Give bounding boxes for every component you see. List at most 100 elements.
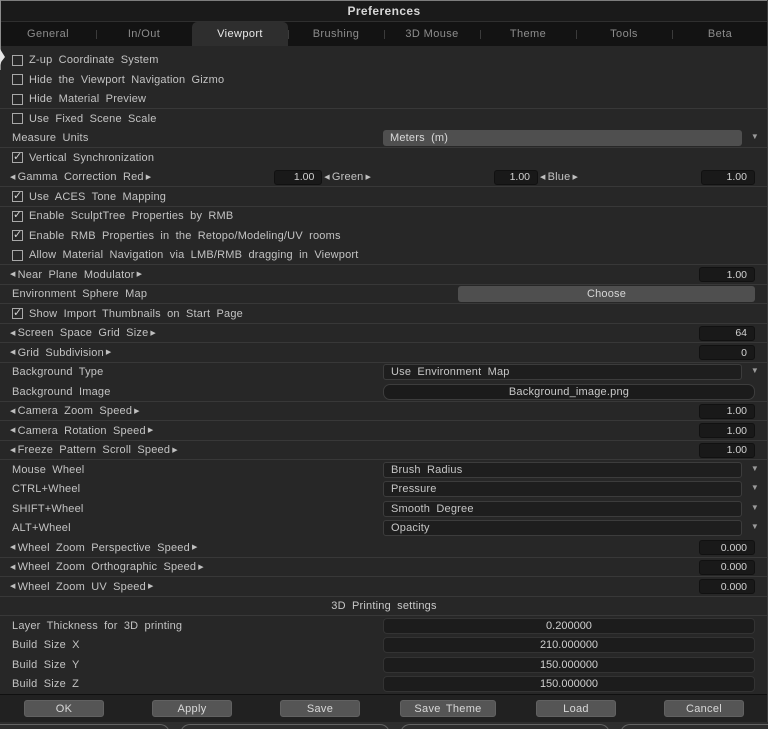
- checkbox-z-up-coordinate-system[interactable]: Z-up Coordinate System: [0, 51, 768, 71]
- value-field[interactable]: 1.00: [274, 169, 323, 185]
- spinner-increment-icon[interactable]: ▶: [172, 447, 178, 454]
- spinner-increment-icon[interactable]: ▶: [192, 544, 198, 551]
- checkbox-show-import-thumbnails-on-start-page[interactable]: ✓ Show Import Thumbnails on Start Page: [0, 304, 768, 324]
- spinner-decrement-icon[interactable]: ◀: [10, 427, 16, 434]
- value-field[interactable]: 1.00: [699, 267, 755, 282]
- spinner-decrement-icon[interactable]: ◀: [10, 447, 16, 454]
- tab-viewport[interactable]: Viewport: [192, 22, 288, 46]
- value-field[interactable]: 64: [699, 325, 755, 341]
- select-shift-wheel[interactable]: Smooth Degree: [383, 500, 742, 517]
- text-input-build-size-y[interactable]: 150.000000: [383, 656, 755, 673]
- checkbox-checked-icon[interactable]: ✓: [12, 229, 23, 242]
- field-label: Build Size Z: [12, 678, 80, 691]
- choose-button[interactable]: Choose: [458, 286, 755, 302]
- checkbox-checked-icon[interactable]: ✓: [12, 189, 23, 203]
- dropdown-arrow-icon[interactable]: ▼: [751, 133, 759, 141]
- spinner-decrement-icon[interactable]: ◀: [10, 174, 16, 181]
- checkbox-checked-icon[interactable]: ✓: [12, 307, 23, 320]
- checkbox-enable-rmb-properties-in-the-retopo-modeling-uv-rooms[interactable]: ✓ Enable RMB Properties in the Retopo/Mod…: [0, 226, 768, 246]
- value-field[interactable]: 0.000: [699, 559, 755, 575]
- checkbox-hide-material-preview[interactable]: Hide Material Preview: [0, 90, 768, 110]
- dropdown-arrow-icon[interactable]: ▼: [751, 484, 759, 492]
- value-field[interactable]: 1.00: [699, 403, 755, 419]
- save-theme-button[interactable]: Save Theme: [400, 700, 496, 717]
- checkbox-hide-the-viewport-navigation-gizmo[interactable]: Hide the Viewport Navigation Gizmo: [0, 70, 768, 90]
- field-label: Background Image: [12, 385, 111, 398]
- select-measure-units[interactable]: Meters (m): [383, 130, 742, 146]
- value-field[interactable]: 1.00: [699, 423, 755, 438]
- spinner-increment-icon[interactable]: ▶: [148, 427, 154, 434]
- tab-general[interactable]: General: [0, 22, 96, 46]
- spinner-decrement-icon[interactable]: ◀: [10, 544, 16, 551]
- spinner-increment-icon[interactable]: ▶: [106, 349, 112, 356]
- value-field[interactable]: 0.000: [699, 579, 755, 594]
- input-row-build-size-z: Build Size Z 150.000000: [0, 675, 768, 695]
- spinner-decrement-icon[interactable]: ◀: [10, 330, 16, 337]
- value-field[interactable]: 0: [699, 345, 755, 360]
- spinner-label: Wheel Zoom Perspective Speed: [17, 541, 190, 554]
- tab-beta[interactable]: Beta: [672, 22, 768, 46]
- spinner-decrement-icon[interactable]: ◀: [540, 174, 546, 181]
- checkbox-unchecked-icon[interactable]: [12, 93, 23, 105]
- checkbox-vertical-synchronization[interactable]: ✓ Vertical Synchronization: [0, 148, 768, 168]
- spinner-decrement-icon[interactable]: ◀: [10, 408, 16, 415]
- load-button[interactable]: Load: [536, 700, 616, 717]
- spinner-increment-icon[interactable]: ▶: [150, 330, 156, 337]
- tab-theme[interactable]: Theme: [480, 22, 576, 46]
- background-tab-shape: [400, 724, 610, 729]
- tab-brushing[interactable]: Brushing: [288, 22, 384, 46]
- text-input-layer-thickness-for-3d-printing[interactable]: 0.200000: [383, 617, 755, 634]
- spinner-increment-icon[interactable]: ▶: [365, 174, 371, 181]
- tab-in-out[interactable]: In/Out: [96, 22, 192, 46]
- spinner-increment-icon[interactable]: ▶: [198, 564, 204, 571]
- dropdown-arrow-icon[interactable]: ▼: [751, 523, 759, 531]
- value-field[interactable]: 0.000: [699, 540, 755, 555]
- checkbox-allow-material-navigation-via-lmb-rmb-dragging-in-viewport[interactable]: Allow Material Navigation via LMB/RMB dr…: [0, 246, 768, 266]
- select-background-type[interactable]: Use Environment Map: [383, 364, 742, 380]
- select-mouse-wheel[interactable]: Brush Radius: [383, 461, 742, 478]
- spinner-decrement-icon[interactable]: ◀: [10, 564, 16, 571]
- checkbox-enable-sculpttree-properties-by-rmb[interactable]: ✓ Enable SculptTree Properties by RMB: [0, 207, 768, 227]
- ok-button[interactable]: OK: [24, 700, 104, 717]
- dropdown-arrow-icon[interactable]: ▼: [751, 367, 759, 375]
- check-mark-icon: ✓: [13, 189, 23, 202]
- background-image-png-button[interactable]: Background_image.png: [383, 383, 755, 400]
- save-button[interactable]: Save: [280, 700, 360, 717]
- checkbox-unchecked-icon[interactable]: [12, 74, 23, 86]
- spinner-increment-icon[interactable]: ▶: [134, 408, 140, 415]
- spinner-decrement-icon[interactable]: ◀: [324, 174, 330, 181]
- cancel-button[interactable]: Cancel: [664, 700, 744, 717]
- value-field[interactable]: 1.00: [700, 169, 755, 185]
- dropdown-row-alt-wheel: ALT+Wheel Opacity ▼: [0, 519, 768, 539]
- checkbox-label: Allow Material Navigation via LMB/RMB dr…: [29, 249, 359, 262]
- checkbox-unchecked-icon[interactable]: [12, 113, 23, 125]
- spinner-increment-icon[interactable]: ▶: [146, 174, 152, 181]
- spinner-wheel-zoom-orthographic-speed: ◀ Wheel Zoom Orthographic Speed ▶ 0.000: [0, 558, 768, 578]
- checkbox-unchecked-icon[interactable]: [12, 54, 23, 66]
- checkbox-unchecked-icon[interactable]: [12, 249, 23, 261]
- select-ctrl-wheel[interactable]: Pressure: [383, 481, 742, 497]
- select-alt-wheel[interactable]: Opacity: [383, 520, 742, 536]
- value-field[interactable]: 1.00: [494, 169, 539, 185]
- value-field[interactable]: 1.00: [699, 442, 755, 458]
- checkbox-use-fixed-scene-scale[interactable]: Use Fixed Scene Scale: [0, 109, 768, 129]
- spinner-increment-icon[interactable]: ▶: [137, 271, 143, 278]
- text-input-build-size-z[interactable]: 150.000000: [383, 676, 755, 692]
- text-input-build-size-x[interactable]: 210.000000: [383, 637, 755, 653]
- checkbox-checked-icon[interactable]: ✓: [12, 151, 23, 164]
- dropdown-arrow-icon[interactable]: ▼: [751, 464, 759, 473]
- field-label: Build Size Y: [12, 658, 80, 671]
- spinner-increment-icon[interactable]: ▶: [148, 583, 154, 590]
- spinner-wheel-zoom-uv-speed: ◀ Wheel Zoom UV Speed ▶ 0.000: [0, 577, 768, 597]
- tab-3d-mouse[interactable]: 3D Mouse: [384, 22, 480, 46]
- apply-button[interactable]: Apply: [152, 700, 232, 717]
- titlebar[interactable]: Preferences: [0, 0, 768, 22]
- checkbox-checked-icon[interactable]: ✓: [12, 209, 23, 222]
- spinner-decrement-icon[interactable]: ◀: [10, 349, 16, 356]
- dropdown-arrow-icon[interactable]: ▼: [751, 503, 759, 512]
- checkbox-use-aces-tone-mapping[interactable]: ✓ Use ACES Tone Mapping: [0, 187, 768, 207]
- spinner-increment-icon[interactable]: ▶: [572, 174, 578, 181]
- spinner-decrement-icon[interactable]: ◀: [10, 271, 16, 278]
- tab-tools[interactable]: Tools: [576, 22, 672, 46]
- spinner-decrement-icon[interactable]: ◀: [10, 583, 16, 590]
